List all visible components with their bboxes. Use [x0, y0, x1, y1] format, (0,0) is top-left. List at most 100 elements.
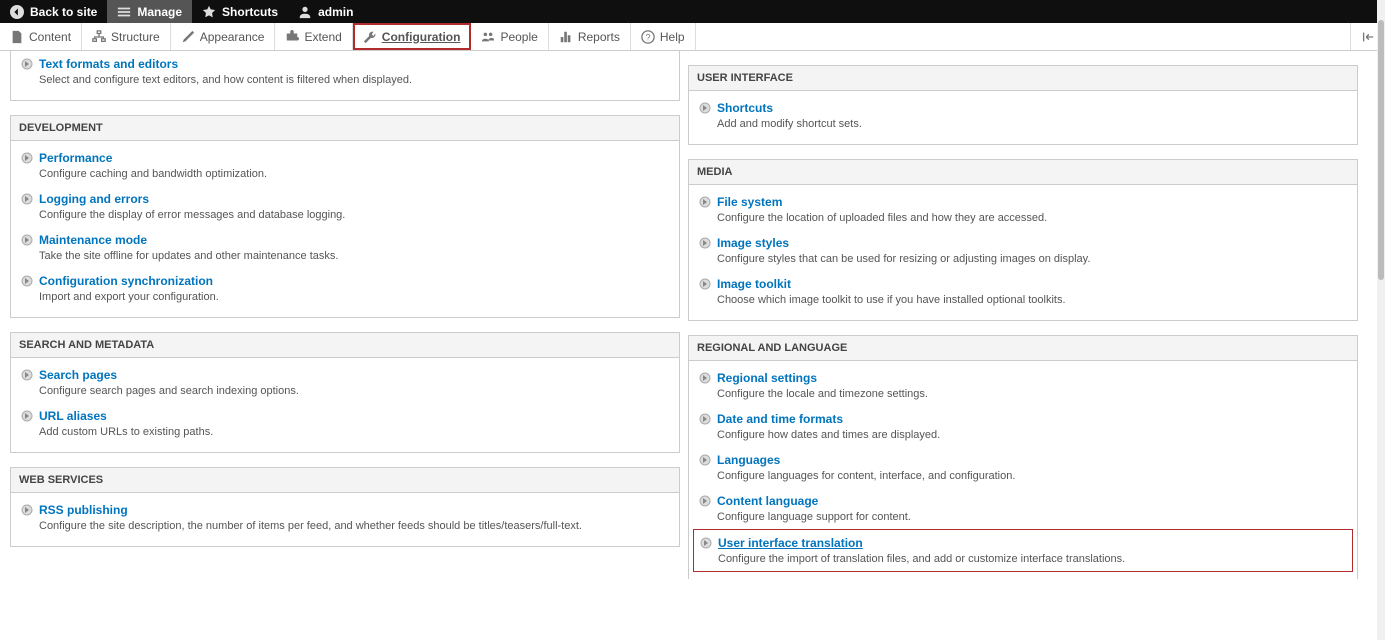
bullet-icon [21, 193, 33, 205]
panel-web-services: WEB SERVICES RSS publishing Configure the… [10, 467, 680, 547]
menu-appearance[interactable]: Appearance [171, 23, 276, 50]
link-user-interface-translation[interactable]: User interface translation [718, 536, 863, 550]
arrow-left-icon [1361, 30, 1375, 44]
bullet-icon [699, 102, 711, 114]
bullet-icon [21, 504, 33, 516]
entry-content-language: Content language Configure language suppo… [689, 488, 1357, 529]
help-icon: ? [641, 30, 655, 44]
entry-regional-settings: Regional settings Configure the locale an… [689, 365, 1357, 406]
header-user-interface: USER INTERFACE [689, 66, 1357, 91]
desc-url-aliases: Add custom URLs to existing paths. [39, 426, 671, 438]
back-label: Back to site [30, 5, 97, 19]
menu-help[interactable]: ? Help [631, 23, 696, 50]
left-column: Text formats and editors Select and conf… [10, 51, 680, 561]
bullet-icon [21, 152, 33, 164]
desc-logging-and-errors: Configure the display of error messages … [39, 209, 671, 221]
panel-development: DEVELOPMENT PerformanceConfigure caching… [10, 115, 680, 318]
link-search-pages[interactable]: Search pages [39, 368, 117, 382]
entry-text-formats: Text formats and editors Select and conf… [11, 55, 679, 92]
desc-text-formats: Select and configure text editors, and h… [39, 74, 671, 86]
menu-content[interactable]: Content [0, 23, 82, 50]
menu-reports[interactable]: Reports [549, 23, 631, 50]
menu-help-label: Help [660, 30, 685, 44]
bar-chart-icon [559, 30, 573, 44]
header-media: MEDIA [689, 160, 1357, 185]
header-web-services: WEB SERVICES [11, 468, 679, 493]
entry-date-and-time-formats: Date and time formats Configure how dates… [689, 406, 1357, 447]
menu-people[interactable]: People [471, 23, 548, 50]
menu-configuration-label: Configuration [382, 30, 461, 44]
entry-logging-and-errors: Logging and errors Configure the display … [11, 186, 679, 227]
desc-regional-settings: Configure the locale and timezone settin… [717, 388, 1349, 400]
desc-shortcuts: Add and modify shortcut sets. [717, 118, 1349, 130]
bullet-icon [699, 495, 711, 507]
desc-languages: Configure languages for content, interfa… [717, 470, 1349, 482]
entry-rss-publishing: RSS publishing Configure the site descrip… [11, 497, 679, 538]
header-regional-language: REGIONAL AND LANGUAGE [689, 336, 1357, 361]
link-languages[interactable]: Languages [717, 453, 780, 467]
bullet-icon [21, 369, 33, 381]
vertical-scrollbar[interactable] [1377, 0, 1385, 640]
entry-user-interface-translation: User interface translation Configure the … [693, 529, 1353, 572]
bullet-icon [699, 372, 711, 384]
menu-appearance-label: Appearance [200, 30, 265, 44]
entry-languages: Languages Configure languages for content… [689, 447, 1357, 488]
svg-text:?: ? [645, 32, 650, 42]
manage-toggle[interactable]: Manage [107, 0, 192, 23]
link-file-system[interactable]: File system [717, 195, 782, 209]
bullet-icon [699, 413, 711, 425]
panel-content-authoring-partial: Text formats and editors Select and conf… [10, 51, 680, 101]
desc-file-system: Configure the location of uploaded files… [717, 212, 1349, 224]
desc-date-and-time-formats: Configure how dates and times are displa… [717, 429, 1349, 441]
link-regional-settings[interactable]: Regional settings [717, 371, 817, 385]
entry-performance: PerformanceConfigure caching and bandwid… [11, 145, 679, 186]
desc-user-interface-translation: Configure the import of translation file… [718, 553, 1344, 565]
menu-content-label: Content [29, 30, 71, 44]
shortcuts-menu[interactable]: Shortcuts [192, 0, 288, 23]
desc-image-toolkit: Choose which image toolkit to use if you… [717, 294, 1349, 306]
link-url-aliases[interactable]: URL aliases [39, 409, 107, 423]
entry-image-styles: Image stylesConfigure styles that can be… [689, 230, 1357, 271]
menu-structure[interactable]: Structure [82, 23, 171, 50]
header-development: DEVELOPMENT [11, 116, 679, 141]
desc-search-pages: Configure search pages and search indexi… [39, 385, 671, 397]
bullet-icon [699, 454, 711, 466]
link-text-formats[interactable]: Text formats and editors [39, 57, 178, 71]
bullet-icon [21, 234, 33, 246]
link-image-toolkit[interactable]: Image toolkit [717, 277, 791, 291]
manage-label: Manage [137, 5, 182, 19]
menu-extend[interactable]: Extend [275, 23, 352, 50]
entry-maintenance-mode: Maintenance modeTake the site offline fo… [11, 227, 679, 268]
user-label: admin [318, 5, 353, 19]
link-rss-publishing[interactable]: RSS publishing [39, 503, 128, 517]
link-shortcuts[interactable]: Shortcuts [717, 101, 773, 115]
panel-media: MEDIA File system Configure the location … [688, 159, 1358, 321]
user-menu[interactable]: admin [288, 0, 363, 23]
top-toolbar: Back to site Manage Shortcuts admin [0, 0, 1385, 23]
people-icon [481, 30, 495, 44]
hamburger-icon [117, 5, 131, 19]
link-date-and-time-formats[interactable]: Date and time formats [717, 412, 843, 426]
link-image-styles[interactable]: Image styles [717, 236, 789, 250]
menu-extend-label: Extend [304, 30, 341, 44]
bullet-icon [700, 537, 712, 549]
panel-search-metadata: SEARCH AND METADATA Search pagesConfigur… [10, 332, 680, 453]
scrollbar-thumb[interactable] [1378, 20, 1384, 280]
link-performance[interactable]: Performance [39, 151, 112, 165]
bullet-icon [699, 278, 711, 290]
user-icon [298, 5, 312, 19]
desc-rss-publishing: Configure the site description, the numb… [39, 520, 671, 532]
document-icon [10, 30, 24, 44]
puzzle-icon [285, 30, 299, 44]
link-content-language[interactable]: Content language [717, 494, 818, 508]
link-logging-and-errors[interactable]: Logging and errors [39, 192, 149, 206]
back-to-site[interactable]: Back to site [0, 0, 107, 23]
link-maintenance-mode[interactable]: Maintenance mode [39, 233, 147, 247]
desc-content-language: Configure language support for content. [717, 511, 1349, 523]
link-configuration-synchronization[interactable]: Configuration synchronization [39, 274, 213, 288]
entry-file-system: File system Configure the location of upl… [689, 189, 1357, 230]
menu-configuration[interactable]: Configuration [353, 23, 472, 50]
entry-url-aliases: URL aliases Add custom URLs to existing p… [11, 403, 679, 444]
bullet-icon [699, 237, 711, 249]
entry-configuration-synchronization: Configuration synchronizationImport and … [11, 268, 679, 309]
